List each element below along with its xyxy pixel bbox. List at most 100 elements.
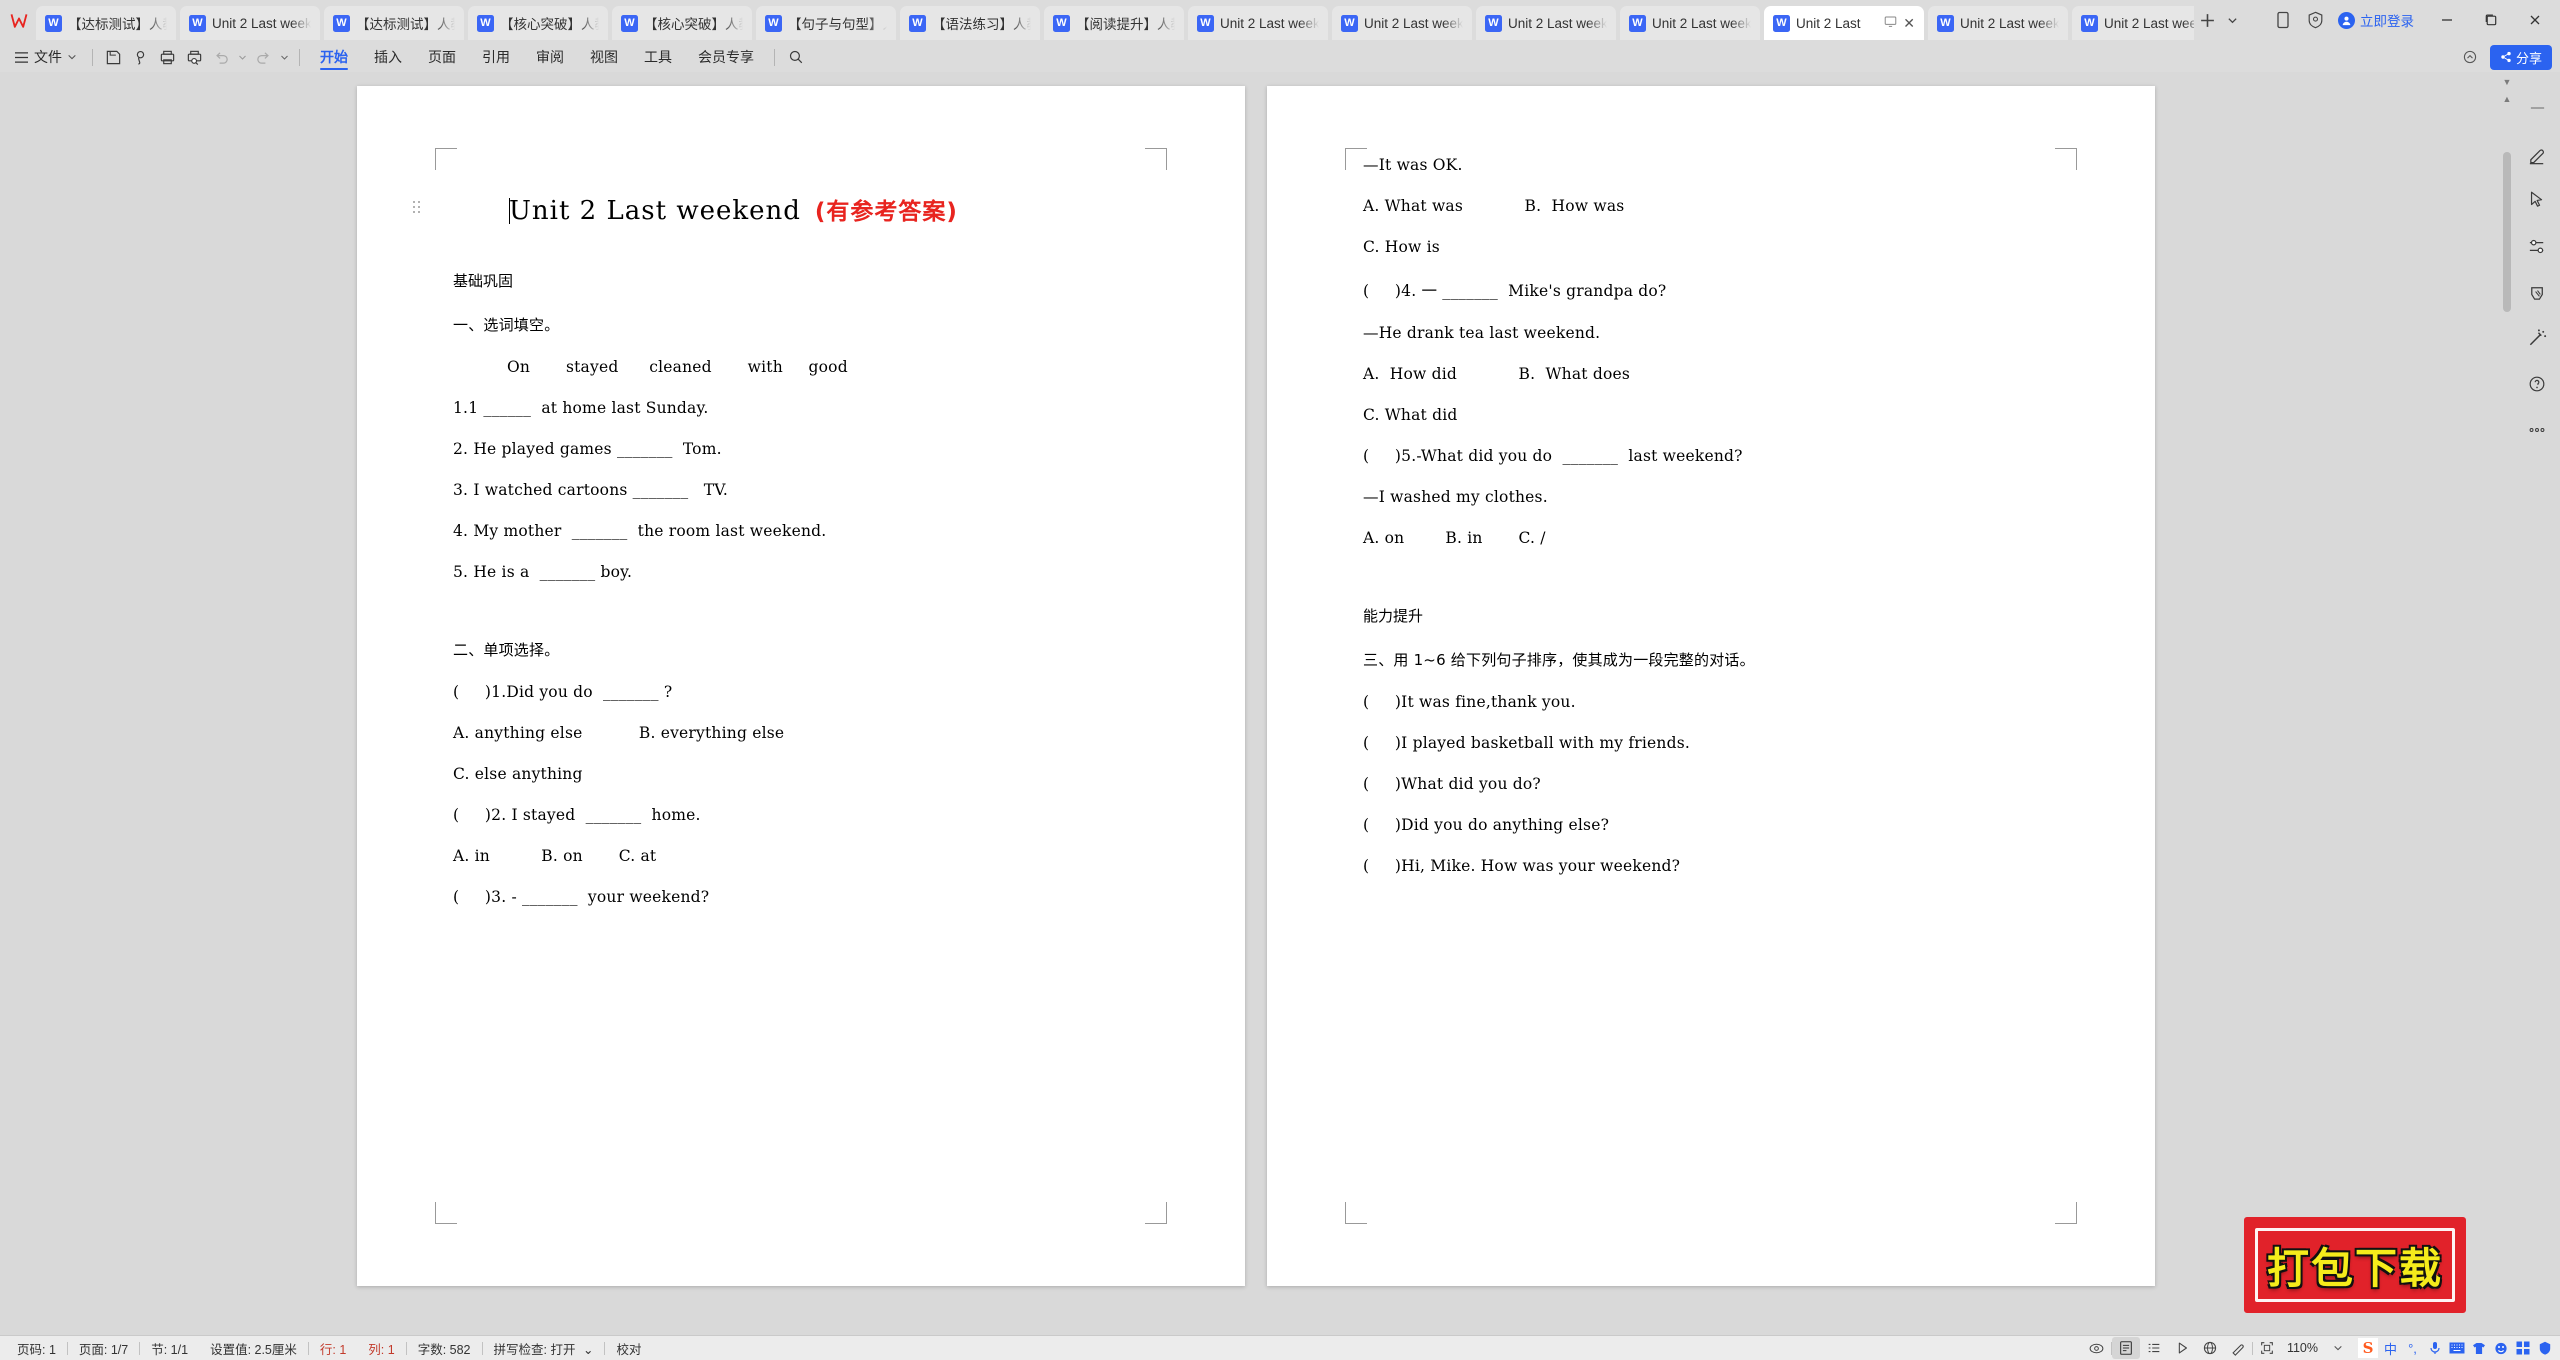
- ime-expression-icon[interactable]: [2491, 1339, 2510, 1358]
- ribbon-tab-tools[interactable]: 工具: [631, 42, 685, 72]
- doc-tab-5[interactable]: W 【句子与句型】人: [756, 6, 896, 40]
- ime-punctuation-icon[interactable]: °,: [2403, 1339, 2422, 1358]
- paragraph-drag-handle[interactable]: [413, 201, 423, 215]
- exercise2-item-2: ( )2. I stayed _______ home.: [453, 806, 701, 824]
- collapse-ribbon-icon[interactable]: [2457, 44, 2484, 70]
- print-icon[interactable]: [154, 44, 181, 70]
- new-tab-chevron-down-icon[interactable]: [2222, 5, 2242, 35]
- zoom-chevron-down-icon[interactable]: [2324, 1337, 2352, 1359]
- highlighter-icon[interactable]: [2523, 278, 2551, 306]
- minimize-window-button[interactable]: [2426, 5, 2468, 35]
- ribbon-tab-view[interactable]: 视图: [577, 42, 631, 72]
- document-page-right[interactable]: —It was OK. A. What was B. How was C. Ho…: [1267, 86, 2155, 1286]
- zoom-level[interactable]: 110%: [2281, 1341, 2324, 1355]
- tab-close-icon[interactable]: ✕: [1903, 15, 1915, 32]
- status-bar: 页码: 1 页面: 1/7 节: 1/1 设置值: 2.5厘米 行: 1 列: …: [0, 1335, 2560, 1360]
- status-spellcheck[interactable]: 拼写检查: 打开 ⌄: [483, 1339, 605, 1358]
- status-column[interactable]: 列: 1: [357, 1339, 405, 1358]
- login-button[interactable]: 立即登录: [2332, 5, 2424, 35]
- more-options-icon[interactable]: [2523, 416, 2551, 444]
- undo-chevron-down-icon[interactable]: [235, 44, 250, 70]
- ime-voice-input-icon[interactable]: [2425, 1339, 2444, 1358]
- quick-access-chevron-down-icon[interactable]: [277, 44, 292, 70]
- pen-edit-icon[interactable]: [2523, 140, 2551, 168]
- word-doc-icon: W: [1485, 14, 1502, 32]
- ime-keyboard-icon[interactable]: [2447, 1339, 2466, 1358]
- search-icon[interactable]: [782, 44, 809, 70]
- doc-tab-3[interactable]: W 【核心突破】人教: [468, 6, 608, 40]
- document-page-left[interactable]: Unit 2 Last weekend (有参考答案) 基础巩固 一、选词填空。 …: [357, 86, 1245, 1286]
- outline-view-icon[interactable]: [2140, 1337, 2168, 1359]
- status-row[interactable]: 行: 1: [309, 1339, 357, 1358]
- web-view-icon[interactable]: [2196, 1337, 2224, 1359]
- doc-tab-6[interactable]: W 【语法练习】人教: [900, 6, 1040, 40]
- doc-tab-11[interactable]: W Unit 2 Last weeke: [1620, 6, 1760, 40]
- status-page-count[interactable]: 页面: 1/7: [68, 1339, 139, 1358]
- ime-skin-icon[interactable]: [2469, 1339, 2488, 1358]
- ime-settings-icon[interactable]: [2535, 1339, 2554, 1358]
- exercise1-item-4: 4. My mother _______ the room last weeke…: [453, 522, 827, 540]
- sogou-ime-icon[interactable]: S: [2358, 1338, 2378, 1358]
- doc-tab-13[interactable]: W Unit 2 Last weeke: [1928, 6, 2068, 40]
- ime-apps-grid-icon[interactable]: [2513, 1339, 2532, 1358]
- scroll-up-arrow-icon[interactable]: ▲: [2503, 95, 2512, 104]
- brush-format-icon[interactable]: [2224, 1337, 2252, 1359]
- status-page-number[interactable]: 页码: 1: [6, 1339, 67, 1358]
- ribbon-tab-start[interactable]: 开始: [307, 42, 361, 72]
- share-button[interactable]: 分享: [2489, 44, 2552, 70]
- ribbon-tab-reference[interactable]: 引用: [469, 42, 523, 72]
- chevron-down-icon[interactable]: ⌄: [583, 1343, 593, 1357]
- file-menu-group: 文件: [8, 44, 85, 70]
- doc-tab-1[interactable]: W Unit 2 Last weeke: [180, 6, 320, 40]
- word-doc-icon: W: [909, 14, 926, 32]
- doc-tab-14[interactable]: W Unit 2 Last weeke: [2072, 6, 2194, 40]
- doc-tab-2[interactable]: W 【达标测试】人教: [324, 6, 464, 40]
- maximize-window-button[interactable]: [2470, 5, 2512, 35]
- right-side-toolbar: [2514, 72, 2560, 1335]
- exercise3-item-5: ( )Hi, Mike. How was your weekend?: [1363, 857, 1681, 875]
- ime-chinese-mode-icon[interactable]: 中: [2381, 1339, 2400, 1358]
- save-icon[interactable]: [100, 44, 127, 70]
- redo-icon[interactable]: [250, 44, 277, 70]
- cursor-select-icon[interactable]: [2523, 186, 2551, 214]
- help-question-icon[interactable]: [2523, 370, 2551, 398]
- doc-tab-4[interactable]: W 【核心突破】人教: [612, 6, 752, 40]
- doc-list-icon[interactable]: [2268, 5, 2298, 35]
- exercise3-item-1: ( )It was fine,thank you.: [1363, 693, 1576, 711]
- status-proofread[interactable]: 校对: [605, 1339, 652, 1358]
- scroll-top-marker-icon[interactable]: ▼: [2503, 78, 2512, 87]
- status-section[interactable]: 节: 1/1: [140, 1339, 199, 1358]
- magic-wand-icon[interactable]: [2523, 324, 2551, 352]
- doc-tab-7[interactable]: W 【阅读提升】人教: [1044, 6, 1184, 40]
- file-menu-button[interactable]: 文件: [8, 44, 85, 70]
- ribbon-tab-page[interactable]: 页面: [415, 42, 469, 72]
- search-cloud-icon[interactable]: [127, 44, 154, 70]
- undo-icon[interactable]: [208, 44, 235, 70]
- pages-canvas[interactable]: Unit 2 Last weekend (有参考答案) 基础巩固 一、选词填空。 …: [12, 72, 2500, 1335]
- doc-tab-10[interactable]: W Unit 2 Last weeke: [1476, 6, 1616, 40]
- settings-sliders-icon[interactable]: [2523, 232, 2551, 260]
- wps-logo-icon[interactable]: [2, 0, 36, 42]
- ribbon-tab-review[interactable]: 审阅: [523, 42, 577, 72]
- doc-tab-9[interactable]: W Unit 2 Last week: [1332, 6, 1472, 40]
- play-presentation-icon[interactable]: [2168, 1337, 2196, 1359]
- vertical-scrollbar[interactable]: ▼ ▲: [2500, 72, 2514, 1335]
- doc-tab-label: 【语法练习】人教: [932, 17, 1031, 32]
- eye-preview-icon[interactable]: [2083, 1337, 2111, 1359]
- shield-badge-icon[interactable]: [2300, 5, 2330, 35]
- status-setting-value[interactable]: 设置值: 2.5厘米: [199, 1339, 308, 1358]
- present-monitor-icon[interactable]: [1884, 15, 1897, 31]
- status-word-count[interactable]: 字数: 582: [407, 1339, 482, 1358]
- scrollbar-thumb[interactable]: [2503, 152, 2511, 312]
- doc-tab-0[interactable]: W 【达标测试】人教: [36, 6, 176, 40]
- doc-tab-12-active[interactable]: W Unit 2 Last ✕: [1764, 6, 1924, 40]
- ribbon-tab-member[interactable]: 会员专享: [685, 42, 767, 72]
- print-preview-icon[interactable]: [181, 44, 208, 70]
- doc-tab-8[interactable]: W Unit 2 Last week: [1188, 6, 1328, 40]
- chevron-down-icon: [68, 54, 76, 60]
- fit-screen-icon[interactable]: [2253, 1337, 2281, 1359]
- ribbon-tab-insert[interactable]: 插入: [361, 42, 415, 72]
- page-layout-view-icon[interactable]: [2111, 1337, 2140, 1359]
- new-tab-plus-icon[interactable]: [2194, 5, 2220, 35]
- close-window-button[interactable]: [2514, 5, 2556, 35]
